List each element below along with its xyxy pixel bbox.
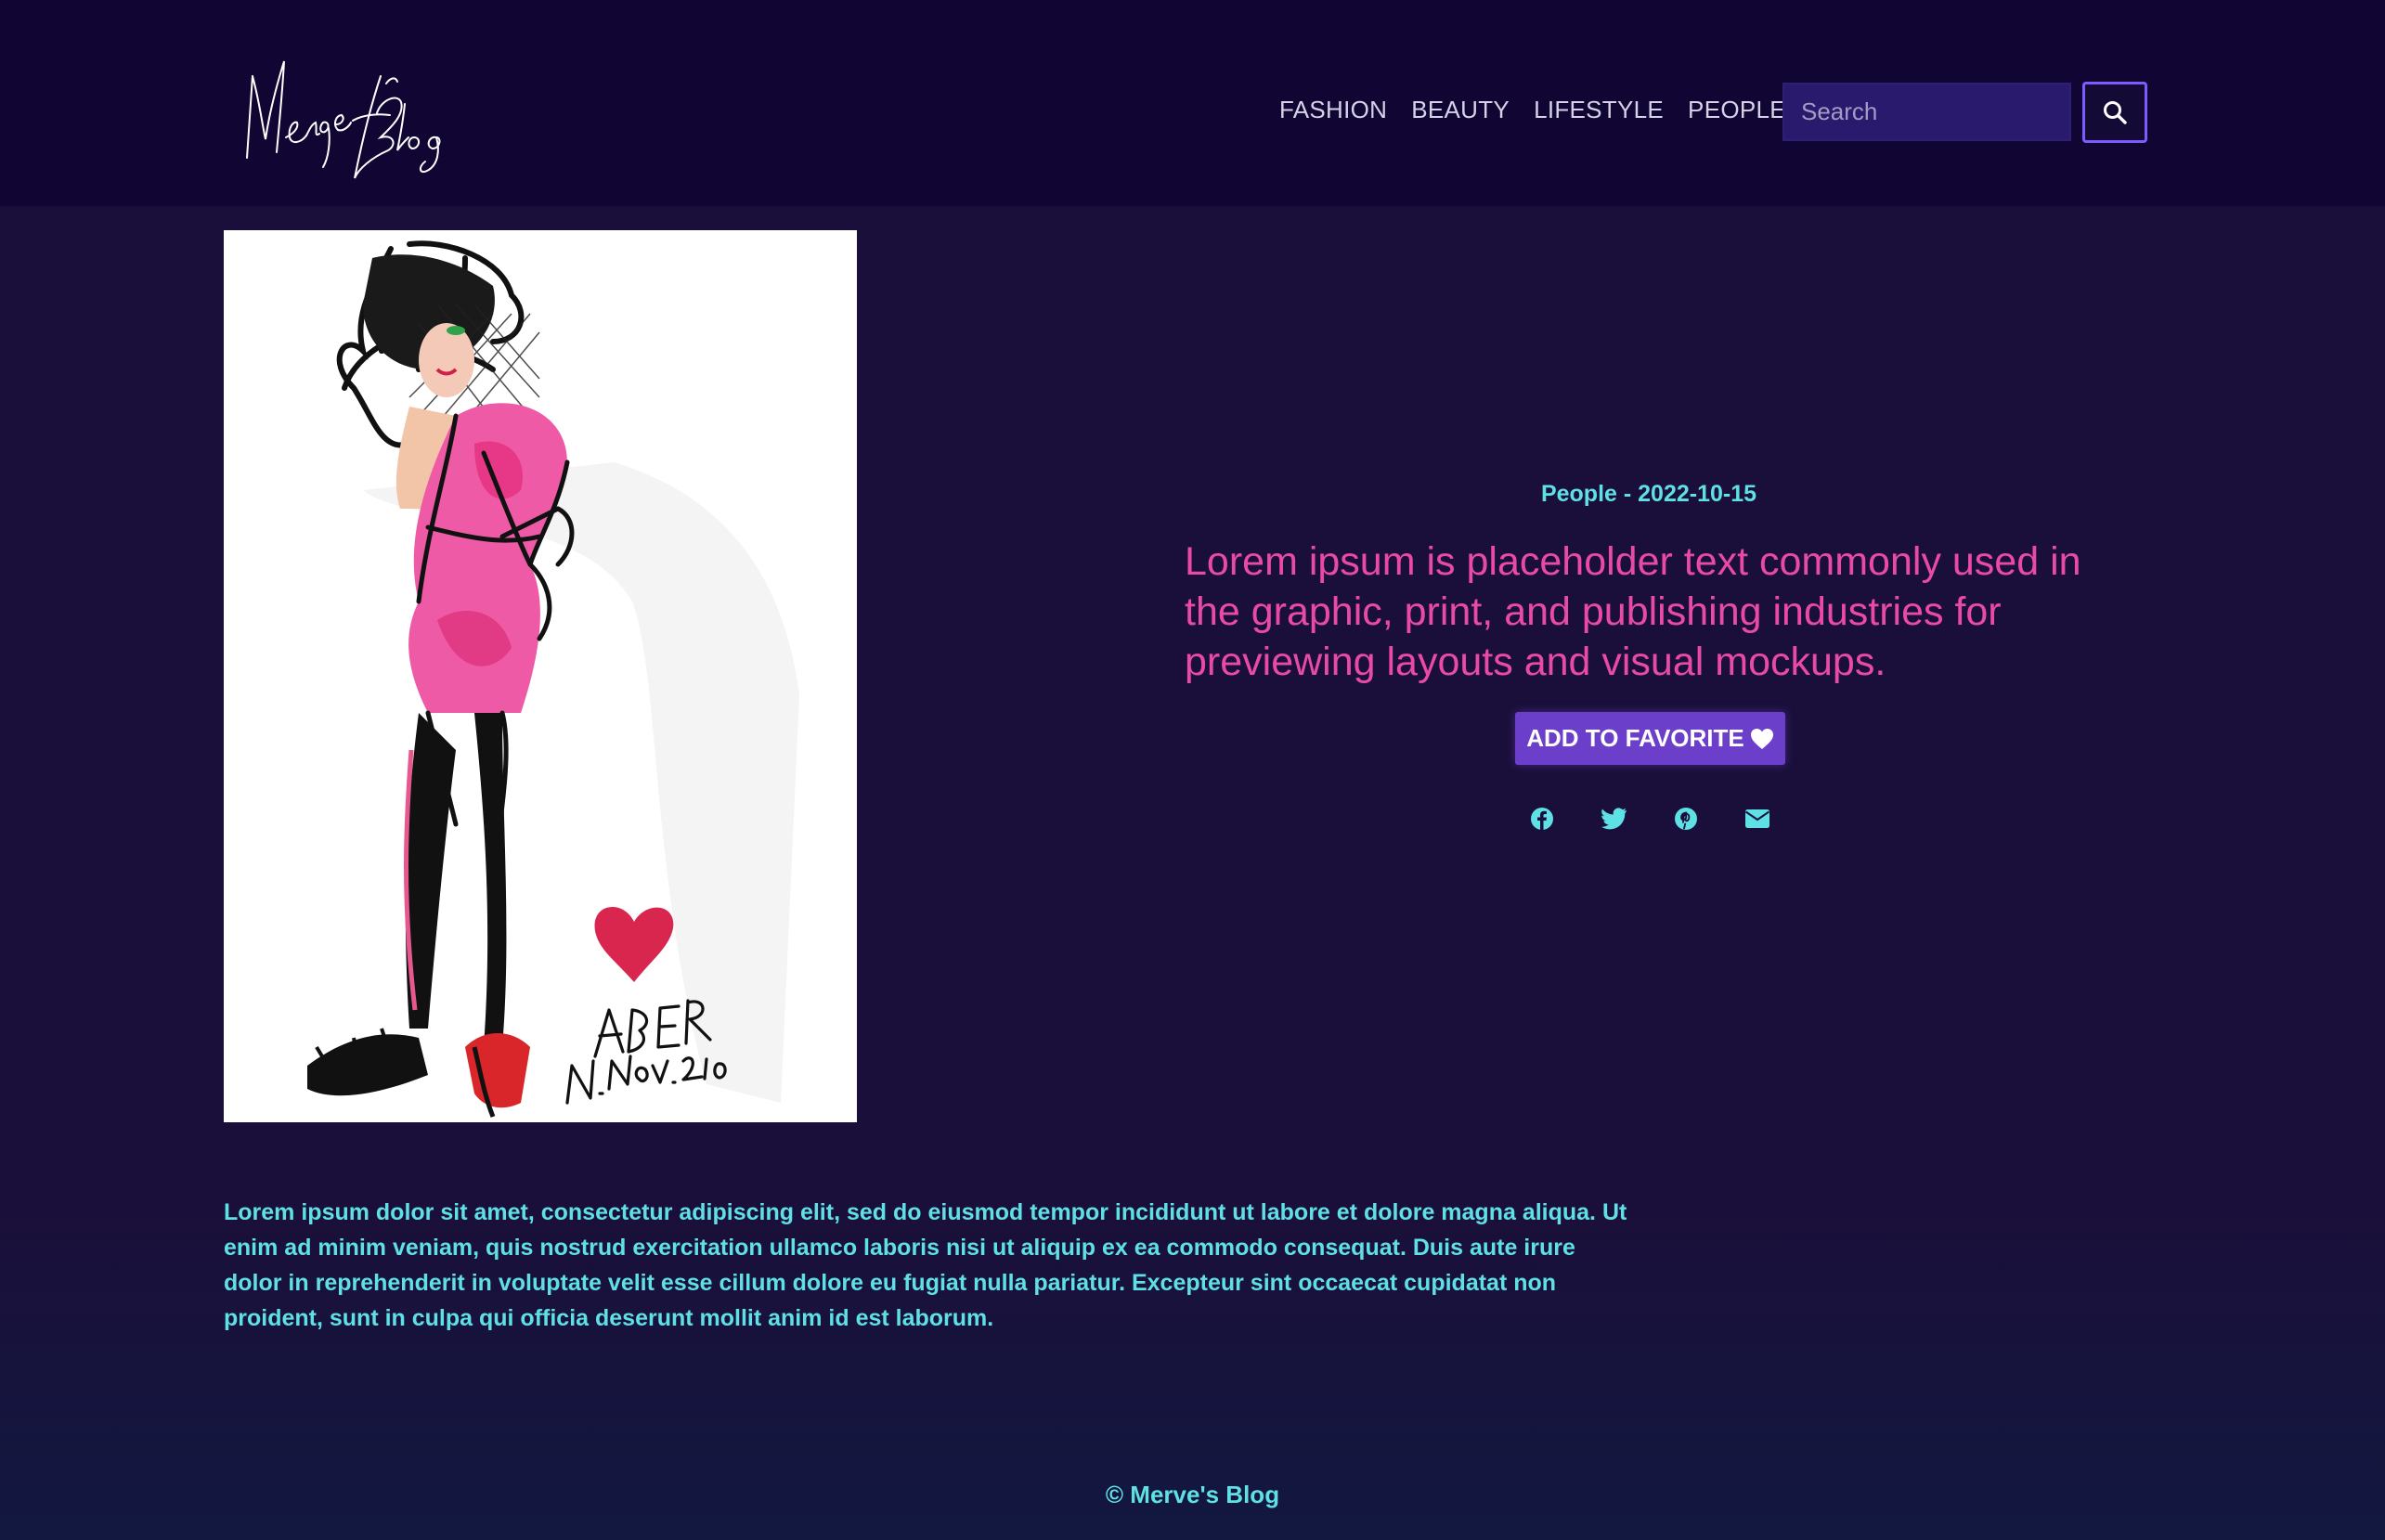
share-email-link[interactable] [1744,806,1770,832]
search-icon [2104,101,2127,124]
add-to-favorite-label: ADD TO FAVORITE [1526,724,1744,752]
article-body: Lorem ipsum dolor sit amet, consectetur … [224,1199,1627,1331]
site-header: FASHION BEAUTY LIFESTYLE PEOPLE [0,0,2385,206]
site-logo[interactable] [241,48,492,188]
pinterest-icon [1675,808,1697,830]
nav-beauty[interactable]: BEAUTY [1411,96,1510,124]
article-meta: People - 2022-10-15 [1540,481,1757,507]
share-facebook-link[interactable] [1529,806,1555,832]
search-input[interactable] [1782,83,2071,141]
main-nav: FASHION BEAUTY LIFESTYLE PEOPLE [1279,96,1786,124]
nav-lifestyle[interactable]: LIFESTYLE [1534,96,1664,124]
article-illustration [224,230,857,1122]
site-footer: © Merve's Blog [1105,1481,1280,1508]
twitter-icon [1601,808,1627,830]
email-icon [1744,809,1770,828]
article-title: Lorem ipsum is placeholder text commonly… [1185,539,2081,684]
nav-fashion[interactable]: FASHION [1279,96,1387,124]
fashion-sketch-image [224,230,857,1122]
search-button[interactable] [2082,82,2147,143]
facebook-icon [1531,808,1553,830]
logo-script [246,60,441,179]
share-twitter-link[interactable] [1601,806,1627,832]
nav-people[interactable]: PEOPLE [1688,96,1786,124]
heart-icon [1750,728,1773,749]
add-to-favorite-button[interactable]: ADD TO FAVORITE [1515,712,1785,765]
share-pinterest-link[interactable] [1673,806,1699,832]
